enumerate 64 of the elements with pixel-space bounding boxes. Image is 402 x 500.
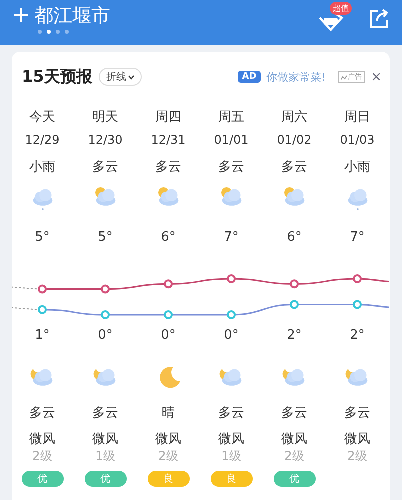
night-condition: 多云 bbox=[344, 405, 370, 422]
date-label: 01/03 bbox=[340, 133, 375, 149]
night-condition: 多云 bbox=[218, 405, 244, 422]
low-temperature: 0° bbox=[161, 328, 176, 344]
close-button[interactable]: × bbox=[371, 70, 382, 84]
vip-icon[interactable] bbox=[318, 12, 344, 32]
day-label: 今天 bbox=[30, 109, 56, 126]
wind-level: 2级 bbox=[158, 448, 178, 464]
day-label: 明天 bbox=[92, 109, 118, 126]
low-temperature: 0° bbox=[224, 328, 239, 344]
wind-label: 微风 bbox=[92, 431, 118, 448]
wind-label: 微风 bbox=[344, 431, 370, 448]
wind-level: 2级 bbox=[348, 448, 368, 464]
air-quality-badge: 良 bbox=[148, 471, 190, 487]
add-city-button[interactable]: + bbox=[12, 5, 30, 27]
weather-condition: 小雨 bbox=[30, 159, 56, 176]
day-label: 周日 bbox=[344, 109, 370, 126]
high-temperature: 7° bbox=[350, 230, 365, 246]
night-condition: 晴 bbox=[162, 405, 175, 422]
high-temperature: 5° bbox=[98, 230, 113, 246]
high-temperature: 6° bbox=[161, 230, 176, 246]
night-condition: 多云 bbox=[282, 405, 308, 422]
weather-condition: 多云 bbox=[282, 159, 308, 176]
wind-level: 2级 bbox=[32, 448, 52, 464]
date-label: 12/29 bbox=[25, 133, 60, 149]
caret-icon bbox=[128, 74, 136, 80]
high-temperature: 5° bbox=[35, 230, 50, 246]
promo-badge: 超值 bbox=[330, 2, 352, 15]
day-label: 周五 bbox=[218, 109, 244, 126]
air-quality-badge: 优 bbox=[274, 471, 316, 487]
forecast-title: 15天预报 bbox=[22, 66, 92, 88]
low-temperature: 2° bbox=[350, 328, 365, 344]
high-temperature: 6° bbox=[287, 230, 302, 246]
wind-level: 1级 bbox=[222, 448, 242, 464]
weather-condition: 多云 bbox=[92, 159, 118, 176]
wind-label: 微风 bbox=[218, 431, 244, 448]
wind-level: 1级 bbox=[96, 448, 116, 464]
day-label: 周六 bbox=[282, 109, 308, 126]
low-temperature: 2° bbox=[287, 328, 302, 344]
wind-level: 2级 bbox=[284, 448, 304, 464]
weather-condition: 多云 bbox=[218, 159, 244, 176]
wind-label: 微风 bbox=[30, 431, 56, 448]
share-icon[interactable] bbox=[368, 8, 390, 30]
chart-mode-dropdown[interactable]: 折线 bbox=[99, 68, 142, 86]
weather-condition: 小雨 bbox=[344, 159, 370, 176]
wind-label: 微风 bbox=[282, 431, 308, 448]
ad-tag: AD bbox=[238, 71, 261, 83]
date-label: 12/30 bbox=[88, 133, 123, 149]
night-condition: 多云 bbox=[92, 405, 118, 422]
image-icon bbox=[341, 74, 348, 80]
low-temperature: 0° bbox=[98, 328, 113, 344]
low-temperature: 1° bbox=[35, 328, 50, 344]
wind-label: 微风 bbox=[156, 431, 182, 448]
air-quality-badge: 优 bbox=[84, 471, 126, 487]
night-condition: 多云 bbox=[30, 405, 56, 422]
day-label: 周四 bbox=[156, 109, 182, 126]
air-quality-badge: 良 bbox=[210, 471, 252, 487]
date-label: 01/02 bbox=[277, 133, 312, 149]
city-name: 都江堰市 bbox=[34, 4, 110, 28]
weather-condition: 多云 bbox=[156, 159, 182, 176]
date-label: 01/01 bbox=[214, 133, 249, 149]
air-quality-badge: 优 bbox=[22, 471, 64, 487]
date-label: 12/31 bbox=[151, 133, 186, 149]
high-temperature: 7° bbox=[224, 230, 239, 246]
